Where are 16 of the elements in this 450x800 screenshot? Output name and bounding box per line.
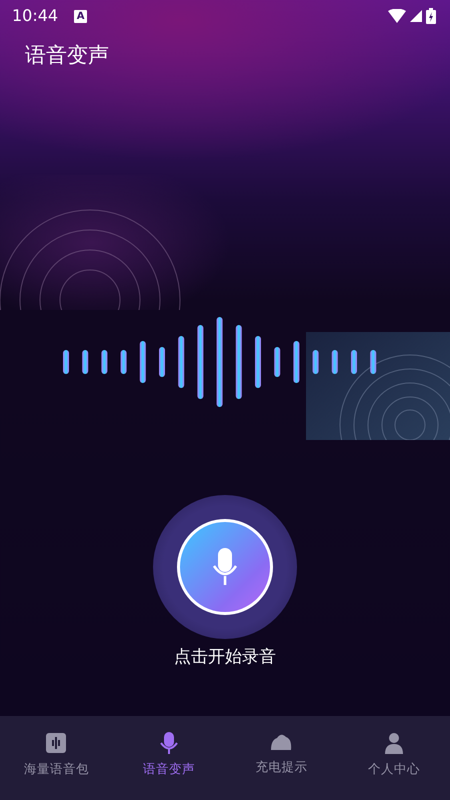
mic-icon (212, 548, 238, 586)
nav-tab[interactable]: 充电提示 (225, 716, 338, 800)
notification-icon: A (74, 10, 88, 22)
voice-pack-icon (45, 732, 68, 754)
signal-icon (410, 10, 422, 22)
cloud-icon (269, 732, 294, 752)
record-label: 点击开始录音 (174, 646, 276, 669)
nav-tab[interactable]: 语音变声 (112, 716, 225, 800)
person-icon (384, 732, 404, 754)
mic-icon (160, 732, 178, 754)
nav-tab[interactable]: 海量语音包 (0, 716, 112, 800)
nav-tab[interactable]: 个人中心 (338, 716, 450, 800)
wifi-icon (388, 9, 406, 23)
page-title: 语音变声 (25, 43, 109, 67)
status-time: 10:44 (12, 5, 58, 27)
battery-icon (426, 8, 436, 24)
